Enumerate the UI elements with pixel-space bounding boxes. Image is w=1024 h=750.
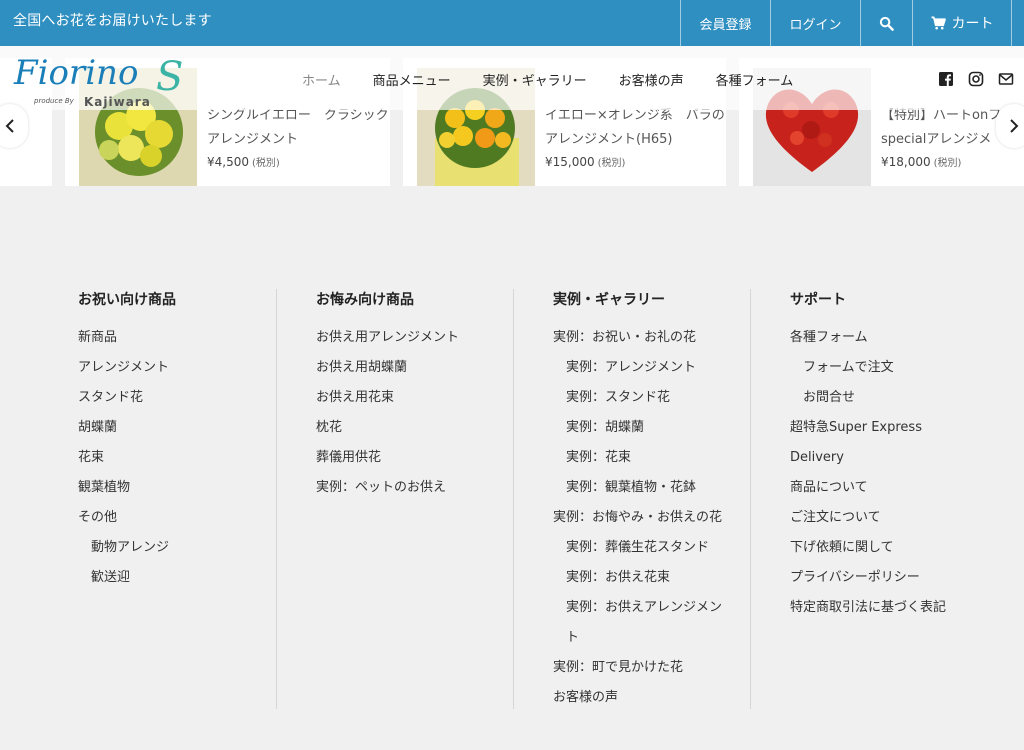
footer-column-heading: お悔み向け商品 bbox=[316, 292, 414, 308]
footer-link[interactable]: お供え用アレンジメント bbox=[316, 323, 459, 353]
footer-link[interactable]: 実例：お悔やみ・お供えの花 bbox=[553, 503, 723, 533]
footer-link[interactable]: 観葉植物 bbox=[78, 473, 169, 503]
footer-link[interactable]: 歓送迎 bbox=[78, 563, 169, 593]
search-button[interactable] bbox=[860, 0, 912, 46]
svg-text:produce By: produce By bbox=[33, 97, 75, 105]
footer-link[interactable]: プライバシーポリシー bbox=[790, 563, 960, 593]
mail-icon[interactable] bbox=[998, 71, 1014, 87]
footer-link[interactable]: 実例：観葉植物・花鉢 bbox=[553, 473, 723, 503]
footer-link[interactable]: その他 bbox=[78, 503, 169, 533]
footer-link[interactable]: ご注文について bbox=[790, 503, 960, 533]
footer-link[interactable]: 実例：お祝い・お礼の花 bbox=[553, 323, 723, 353]
site-tagline: 全国へお花をお届けいたします bbox=[13, 13, 212, 29]
product-name[interactable]: イエロー×オレンジ系 バラのアレンジメント(H65) bbox=[545, 104, 735, 152]
footer-link[interactable]: フォームで注文 bbox=[790, 353, 960, 383]
login-link[interactable]: ログイン bbox=[770, 0, 860, 46]
main-nav: ホーム 商品メニュー 実例・ギャラリー お客様の声 各種フォーム bbox=[302, 70, 825, 89]
social-links bbox=[938, 71, 1024, 87]
nav-forms[interactable]: 各種フォーム bbox=[716, 70, 794, 89]
cart-button[interactable]: カート bbox=[912, 0, 1012, 46]
footer-link[interactable]: 動物アレンジ bbox=[78, 533, 169, 563]
footer-link[interactable]: 超特急Super Express Delivery bbox=[790, 413, 960, 473]
footer-link[interactable]: 商品について bbox=[790, 473, 960, 503]
top-bar: 全国へお花をお届けいたします 会員登録 ログイン カート bbox=[0, 0, 1024, 46]
svg-text:Fiorino: Fiorino bbox=[13, 53, 138, 93]
footer-link[interactable]: 新商品 bbox=[78, 323, 169, 353]
nav-customer-voice[interactable]: お客様の声 bbox=[619, 70, 684, 89]
footer-link[interactable]: お供え用胡蝶蘭 bbox=[316, 353, 459, 383]
footer-column-heading: 実例・ギャラリー bbox=[553, 292, 665, 308]
nav-product-menu[interactable]: 商品メニュー bbox=[373, 70, 451, 89]
footer-link[interactable]: 実例：お供え花束 bbox=[553, 563, 723, 593]
chevron-left-icon bbox=[5, 119, 14, 133]
instagram-icon[interactable] bbox=[968, 71, 984, 87]
search-icon bbox=[879, 16, 894, 31]
footer-link[interactable]: お客様の声 bbox=[553, 683, 723, 713]
product-price: ¥4,500 (税別) bbox=[207, 155, 280, 169]
footer-link[interactable]: 実例：葬儀生花スタンド bbox=[553, 533, 723, 563]
nav-home[interactable]: ホーム bbox=[302, 70, 341, 89]
footer-link[interactable]: スタンド花 bbox=[78, 383, 169, 413]
footer-link[interactable]: 実例：お供えアレンジメント bbox=[553, 593, 723, 653]
footer-link[interactable]: 実例：スタンド花 bbox=[553, 383, 723, 413]
footer-column: サポート 各種フォーム フォームで注文 お問合せ 超特急Super Express D… bbox=[750, 289, 987, 709]
footer-column: お悔み向け商品 お供え用アレンジメント お供え用胡蝶蘭 お供え用花束 枕花 葬儀用供花実… bbox=[276, 289, 513, 709]
product-price: ¥18,000 (税別) bbox=[881, 155, 962, 169]
footer: お祝い向け商品 新商品 アレンジメント スタンド花 胡蝶蘭 花束 観葉植物 その他 動物アレン… bbox=[0, 197, 1024, 750]
footer-column: 実例・ギャラリー 実例：お祝い・お礼の花 実例：アレンジメント 実例：スタンド花 実例… bbox=[513, 289, 750, 709]
footer-link[interactable]: 特定商取引法に基づく表記 bbox=[790, 593, 960, 623]
carousel-prev-button[interactable] bbox=[0, 104, 28, 148]
carousel-next-button[interactable] bbox=[996, 104, 1024, 148]
footer-link-list: 実例：お祝い・お礼の花 実例：アレンジメント 実例：スタンド花 実例：胡蝶蘭 実例：花束… bbox=[553, 323, 723, 713]
footer-link-list: 各種フォーム フォームで注文 お問合せ 超特急Super Express Delive… bbox=[790, 323, 960, 623]
footer-link-list: 新商品 アレンジメント スタンド花 胡蝶蘭 花束 観葉植物 その他 動物アレンジ 歓送迎 bbox=[78, 323, 169, 593]
footer-link[interactable]: 実例：花束 bbox=[553, 443, 723, 473]
footer-link[interactable]: 実例：アレンジメント bbox=[553, 353, 723, 383]
chevron-right-icon bbox=[1010, 119, 1019, 133]
top-nav: 会員登録 ログイン カート bbox=[680, 0, 1012, 46]
footer-link[interactable]: 枕花 bbox=[316, 413, 459, 443]
footer-link[interactable]: アレンジメント bbox=[78, 353, 169, 383]
footer-link[interactable]: 実例：胡蝶蘭 bbox=[553, 413, 723, 443]
footer-link[interactable]: 葬儀用供花 bbox=[316, 443, 459, 473]
footer-link[interactable]: 下げ依頼に関して bbox=[790, 533, 960, 563]
product-name[interactable]: シングルイエロー クラシック アレンジメント bbox=[207, 104, 402, 152]
facebook-icon[interactable] bbox=[938, 71, 954, 87]
footer-link-list: お供え用アレンジメント お供え用胡蝶蘭 お供え用花束 枕花 葬儀用供花 実例：ペットのお供… bbox=[316, 323, 459, 503]
svg-text:Kajiwara: Kajiwara bbox=[84, 95, 151, 109]
product-price: ¥15,000 (税別) bbox=[545, 155, 626, 169]
register-link[interactable]: 会員登録 bbox=[680, 0, 770, 46]
footer-link[interactable]: 実例：ペットのお供え bbox=[316, 473, 459, 503]
cart-icon bbox=[931, 16, 946, 30]
footer-link[interactable]: お供え用花束 bbox=[316, 383, 459, 413]
cart-label: カート bbox=[951, 16, 994, 32]
footer-link[interactable]: 胡蝶蘭 bbox=[78, 413, 169, 443]
footer-link[interactable]: 実例：町で見かけた花 bbox=[553, 653, 723, 683]
footer-column-heading: サポート bbox=[790, 292, 846, 308]
footer-link[interactable]: 各種フォーム bbox=[790, 323, 960, 353]
footer-column-heading: お祝い向け商品 bbox=[78, 292, 176, 308]
footer-link[interactable]: お問合せ bbox=[790, 383, 960, 413]
footer-link[interactable]: 花束 bbox=[78, 443, 169, 473]
svg-text:S: S bbox=[156, 54, 183, 100]
nav-gallery[interactable]: 実例・ギャラリー bbox=[483, 70, 587, 89]
site-logo[interactable]: Fiorino S produce By Kajiwara bbox=[12, 50, 184, 110]
